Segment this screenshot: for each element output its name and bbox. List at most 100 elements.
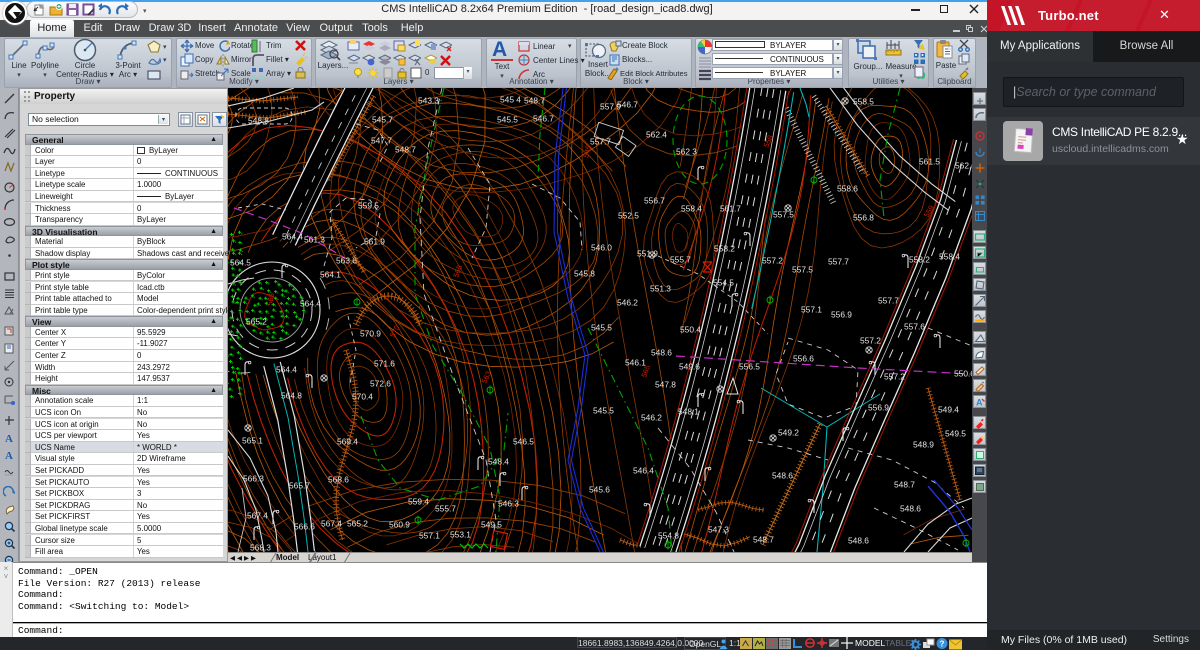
svg-text:558.4: 558.4 [939,252,960,262]
svg-text:556.6: 556.6 [793,354,814,364]
svg-text:561.3: 561.3 [304,235,325,245]
svg-text:564.4: 564.4 [300,299,321,309]
svg-text:562.4: 562.4 [646,130,667,140]
svg-text:556.5: 556.5 [739,362,760,372]
svg-text:560.9: 560.9 [389,520,410,530]
svg-text:565.1: 565.1 [242,436,263,446]
svg-text:546.2: 546.2 [641,413,662,423]
svg-text:549.5: 549.5 [481,520,502,530]
svg-text:548.6: 548.6 [848,536,869,546]
svg-text:549.4: 549.4 [938,405,959,415]
svg-text:554.5: 554.5 [713,278,734,288]
svg-text:558.2: 558.2 [909,255,930,265]
svg-text:545.7: 545.7 [372,115,393,125]
svg-text:550.6: 550.6 [954,369,972,379]
svg-text:557.1: 557.1 [419,531,440,541]
svg-text:557.1: 557.1 [801,305,822,315]
svg-text:572.6: 572.6 [370,379,391,389]
svg-text:549.5: 549.5 [945,429,966,439]
svg-text:549.6: 549.6 [679,362,700,372]
svg-text:548.6: 548.6 [651,348,672,358]
svg-text:564.4: 564.4 [276,365,297,375]
svg-text:553.1: 553.1 [450,530,471,540]
svg-text:548.7: 548.7 [894,480,915,490]
svg-text:550.4: 550.4 [680,325,701,335]
svg-text:548.7: 548.7 [753,535,774,545]
svg-text:563: 563 [480,370,493,385]
svg-text:546.7: 546.7 [533,114,554,124]
svg-text:558.4: 558.4 [681,204,702,214]
svg-text:548.6: 548.6 [772,471,793,481]
svg-text:566.6: 566.6 [294,522,315,532]
svg-text:548.7: 548.7 [395,145,416,155]
svg-text:564.4: 564.4 [282,232,303,242]
svg-text:548.7: 548.7 [524,96,545,106]
svg-text:552.5: 552.5 [618,211,639,221]
svg-text:557.6: 557.6 [904,322,925,332]
svg-text:548.9: 548.9 [913,440,934,450]
svg-text:545.5: 545.5 [593,406,614,416]
svg-text:567.4: 567.4 [321,519,342,529]
svg-text:564.5: 564.5 [230,258,251,268]
svg-text:569.4: 569.4 [337,437,358,447]
svg-text:562 3: 562 3 [676,147,697,157]
svg-text:547.8: 547.8 [655,380,676,390]
svg-text:557.2: 557.2 [884,372,905,382]
svg-text:551.3: 551.3 [650,284,671,294]
svg-text:545.8: 545.8 [574,269,595,279]
svg-text:561.7: 561.7 [720,204,741,214]
svg-text:551.9: 551.9 [637,249,658,259]
svg-text:A: A [5,433,13,444]
svg-text:A: A [976,398,983,408]
svg-text:557.5: 557.5 [773,210,794,220]
svg-text:555.7: 555.7 [435,504,456,514]
svg-text:543.3: 543.3 [418,96,439,106]
svg-text:566.3: 566.3 [243,474,264,484]
svg-text:564.8: 564.8 [281,391,302,401]
svg-text:561.5: 561.5 [919,157,940,167]
svg-text:547.7: 547.7 [371,136,392,146]
svg-text:558.6: 558.6 [837,184,858,194]
svg-text:545: 545 [581,144,593,158]
svg-text:563.6: 563.6 [336,256,357,266]
svg-text:556.7: 556.7 [644,196,665,206]
svg-text:546.4: 546.4 [633,466,654,476]
svg-text:565.2: 565.2 [347,519,368,529]
svg-text:557.5: 557.5 [792,265,813,275]
svg-text:557.2: 557.2 [860,336,881,346]
svg-text:562.6: 562.6 [955,161,972,171]
svg-text:558.5: 558.5 [853,97,874,107]
svg-text:561.9: 561.9 [364,237,385,247]
svg-text:556.9: 556.9 [868,403,889,413]
svg-text:571.6: 571.6 [374,359,395,369]
svg-text:568.3: 568.3 [250,543,271,553]
svg-text:570.4: 570.4 [352,392,373,402]
svg-text:547.3: 547.3 [708,525,729,535]
svg-text:545.6: 545.6 [589,485,610,495]
svg-text:558.2: 558.2 [714,244,735,254]
svg-text:557.2: 557.2 [762,256,783,266]
svg-text:564.1: 564.1 [320,270,341,280]
svg-text:556.8: 556.8 [853,213,874,223]
svg-text:548.4: 548.4 [488,457,509,467]
svg-text:549.2: 549.2 [778,428,799,438]
svg-text:567.4: 567.4 [247,511,268,521]
svg-text:559.4: 559.4 [408,497,429,507]
svg-text:565.7: 565.7 [289,481,310,491]
svg-text:546.3: 546.3 [498,499,519,509]
svg-text:554.8: 554.8 [658,531,679,541]
svg-text:546.2: 546.2 [617,298,638,308]
svg-text:556.9: 556.9 [831,310,852,320]
svg-text:545.5: 545.5 [497,115,518,125]
svg-text:565.2: 565.2 [246,317,267,327]
svg-text:548.8: 548.8 [248,116,269,126]
svg-text:546.5: 546.5 [513,437,534,447]
svg-text:546.0: 546.0 [591,243,612,253]
svg-text:?: ? [940,640,945,649]
svg-text:568.6: 568.6 [328,475,349,485]
svg-text:570.9: 570.9 [360,329,381,339]
svg-text:570: 570 [388,324,402,339]
svg-text:548.6: 548.6 [900,504,921,514]
svg-text:557.7: 557.7 [878,296,899,306]
svg-text:557.7: 557.7 [590,137,611,147]
